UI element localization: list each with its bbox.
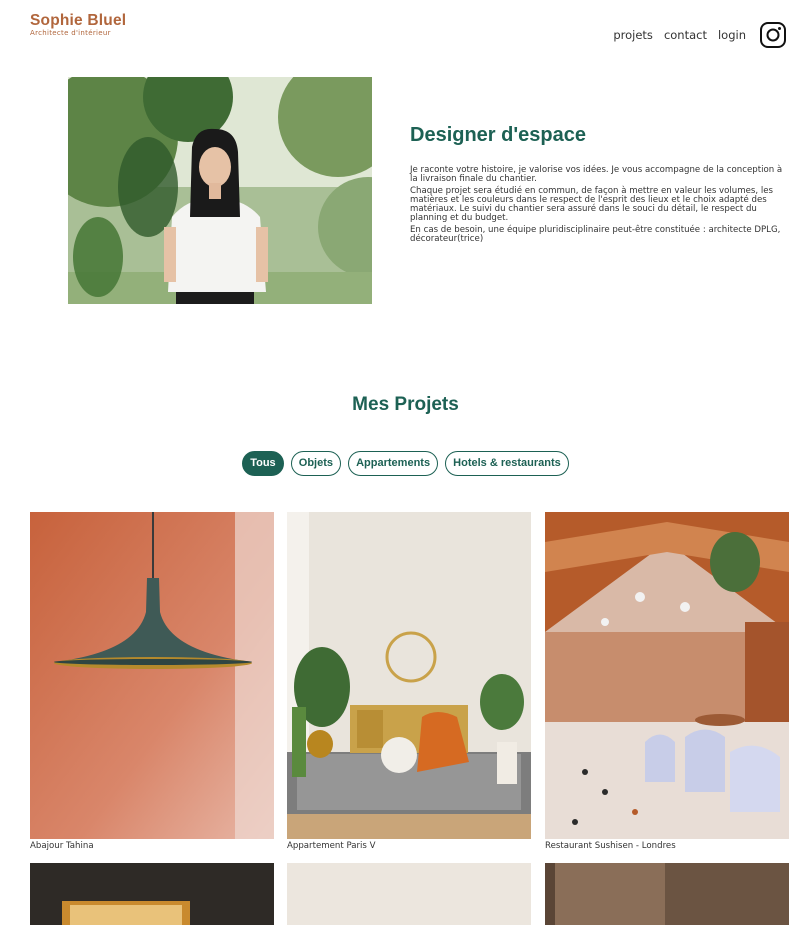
nav-link-login[interactable]: login xyxy=(718,28,746,42)
apartment-photo xyxy=(287,512,531,839)
project-filters: Tous Objets Appartements Hotels & restau… xyxy=(0,451,811,476)
logo-subtitle: Architecte d'intérieur xyxy=(30,29,111,37)
main-nav: projets contact login xyxy=(602,21,787,49)
intro-title: Designer d'espace xyxy=(410,124,586,146)
gallery-item[interactable]: Abajour Tahina xyxy=(30,512,274,851)
gallery-caption: Restaurant Sushisen - Londres xyxy=(545,841,676,851)
nav-link-contact[interactable]: contact xyxy=(664,28,707,42)
gallery-item[interactable] xyxy=(287,863,531,925)
gallery-caption: Abajour Tahina xyxy=(30,841,94,851)
filter-objets-button[interactable]: Objets xyxy=(290,451,342,476)
site-header: Sophie Bluel Architecte d'intérieur proj… xyxy=(0,0,811,60)
lamp-photo xyxy=(30,512,274,839)
logo-name: Sophie Bluel xyxy=(30,12,127,29)
filter-hotels-restaurants-button[interactable]: Hotels & restaurants xyxy=(445,451,569,476)
logo[interactable]: Sophie Bluel Architecte d'intérieur xyxy=(30,13,126,38)
nav-link-projets[interactable]: projets xyxy=(613,28,653,42)
gallery-item[interactable] xyxy=(30,863,274,925)
intro-paragraph: Chaque projet sera étudié en commun, de … xyxy=(410,186,773,223)
intro-text: Designer d'espace Je raconte votre histo… xyxy=(410,124,790,247)
intro-paragraph: Je raconte votre histoire, je valorise v… xyxy=(410,165,783,184)
gallery-item[interactable] xyxy=(545,863,789,925)
instagram-icon[interactable] xyxy=(759,21,787,49)
gallery-caption: Appartement Paris V xyxy=(287,841,376,851)
filter-tous-button[interactable]: Tous xyxy=(242,451,284,476)
gallery-photo xyxy=(30,863,274,925)
gallery-item[interactable]: Appartement Paris V xyxy=(287,512,531,851)
intro-paragraph: En cas de besoin, une équipe pluridiscip… xyxy=(410,225,781,244)
gallery-photo xyxy=(545,863,789,925)
filter-appartements-button[interactable]: Appartements xyxy=(348,451,439,476)
gallery-photo xyxy=(287,863,531,925)
architect-portrait-photo xyxy=(68,77,372,304)
projects-title: Mes Projets xyxy=(352,394,459,415)
restaurant-photo xyxy=(545,512,789,839)
gallery-item[interactable]: Restaurant Sushisen - Londres xyxy=(545,512,789,851)
